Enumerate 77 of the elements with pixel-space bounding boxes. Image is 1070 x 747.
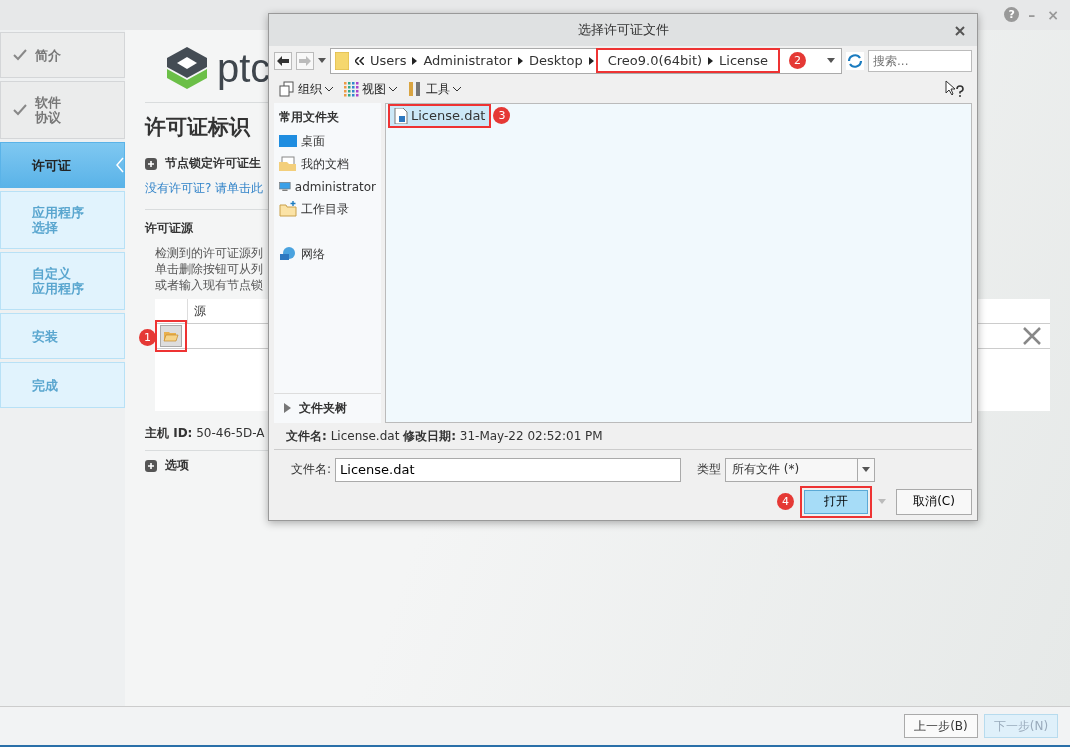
close-icon[interactable] [955, 26, 965, 36]
toolbar-menu[interactable]: 工具 [407, 80, 461, 98]
back-button[interactable] [274, 51, 292, 70]
step-number-badge: 2 [789, 52, 807, 70]
desktop-icon [279, 133, 297, 149]
field-label: 文件名: [291, 461, 332, 479]
folder-icon [163, 329, 179, 343]
network-icon [279, 246, 297, 262]
breadcrumb[interactable]: License [719, 53, 769, 69]
tools-icon [407, 81, 423, 98]
breadcrumb[interactable]: Administrator [423, 53, 513, 69]
toolbar-menu[interactable]: 组织 [279, 80, 333, 98]
cancel-button[interactable]: 取消(C) [896, 489, 972, 515]
nav-item[interactable]: 我的文档 [274, 152, 381, 176]
check-icon [13, 104, 27, 116]
chevron-down-icon [325, 86, 333, 92]
section-label: 节点锁定许可证生 [165, 155, 261, 172]
description-line: 单击删除按钮可从列 [155, 261, 263, 277]
description-line: 检测到的许可证源列 [155, 245, 263, 261]
logo-icon [165, 45, 209, 91]
section-heading: 许可证源 [145, 220, 194, 237]
nav-item[interactable]: 工作目录 [274, 197, 381, 221]
chevron-icon [412, 56, 418, 65]
sidebar-step[interactable]: 许可证 [0, 142, 125, 188]
host-id-text: 主机 ID: 50-46-5D-A [145, 425, 265, 442]
chevron-down-icon [453, 86, 461, 92]
filename-field[interactable]: License.dat [335, 458, 682, 482]
help-cursor-icon[interactable] [945, 80, 965, 99]
step-number-badge: 1 [139, 329, 156, 346]
file-icon [394, 107, 408, 124]
documents-icon [279, 156, 297, 172]
file-item[interactable]: License.dat [390, 105, 490, 126]
page-heading: 许可证标识 [145, 114, 250, 141]
section-label: 选项 [165, 457, 189, 474]
breadcrumb[interactable]: Creo9.0(64bit) [607, 53, 703, 69]
chevron-down-icon [389, 86, 397, 92]
expand-icon[interactable] [145, 157, 157, 170]
dropdown-icon [862, 467, 871, 473]
folder-tree-toggle[interactable]: 文件夹树 [274, 393, 381, 423]
no-license-link[interactable]: 没有许可证? 请单击此 [145, 180, 264, 197]
check-icon [13, 49, 27, 61]
open-button[interactable]: 打开 [804, 490, 868, 514]
dropdown-icon[interactable] [318, 58, 326, 64]
chevron-icon [708, 56, 714, 65]
address-bar[interactable]: Users Administrator Desktop Creo9.0(64bit) License 2 [330, 47, 842, 74]
dialog-title: 选择许可证文件 [577, 20, 669, 39]
refresh-icon[interactable] [846, 51, 864, 70]
nav-item[interactable]: administrator [274, 175, 381, 198]
delete-icon[interactable] [1022, 326, 1042, 346]
breadcrumb[interactable]: Desktop [529, 53, 583, 69]
grid-icon [343, 81, 359, 98]
caret-icon [116, 157, 124, 173]
newfolder-icon [279, 201, 297, 217]
step-number-badge: 4 [777, 493, 794, 511]
chevron-icon [588, 56, 594, 65]
logo-text: ptc [217, 48, 271, 88]
expand-icon[interactable] [145, 459, 157, 472]
file-details: 文件名: License.dat 修改日期: 31-May-22 02:52:01 PM [274, 423, 972, 450]
double-chevron-icon [355, 56, 364, 65]
dropdown-icon[interactable] [827, 58, 835, 64]
back-button[interactable]: 上一步(B) [904, 714, 978, 738]
file-type-dropdown[interactable]: 所有文件 (*) [725, 458, 876, 482]
breadcrumb[interactable]: Users [370, 53, 407, 69]
nav-item[interactable]: 网络 [274, 242, 381, 266]
expand-arrow-icon [284, 403, 291, 414]
sidebar-step[interactable]: 软件 协议 [0, 81, 125, 139]
search-field[interactable]: 搜索... [868, 49, 972, 72]
folder-icon [335, 51, 349, 70]
chevron-icon [518, 56, 524, 65]
step-number-badge: 3 [493, 107, 511, 124]
nav-item[interactable]: 桌面 [274, 129, 381, 153]
nav-header: 常用文件夹 [278, 108, 340, 126]
description-line: 或者输入现有节点锁 [155, 277, 263, 293]
sidebar-step[interactable]: 简介 [0, 32, 125, 78]
pages-icon [279, 81, 295, 98]
field-label: 类型 [697, 461, 722, 479]
toolbar-menu[interactable]: 视图 [343, 80, 397, 98]
